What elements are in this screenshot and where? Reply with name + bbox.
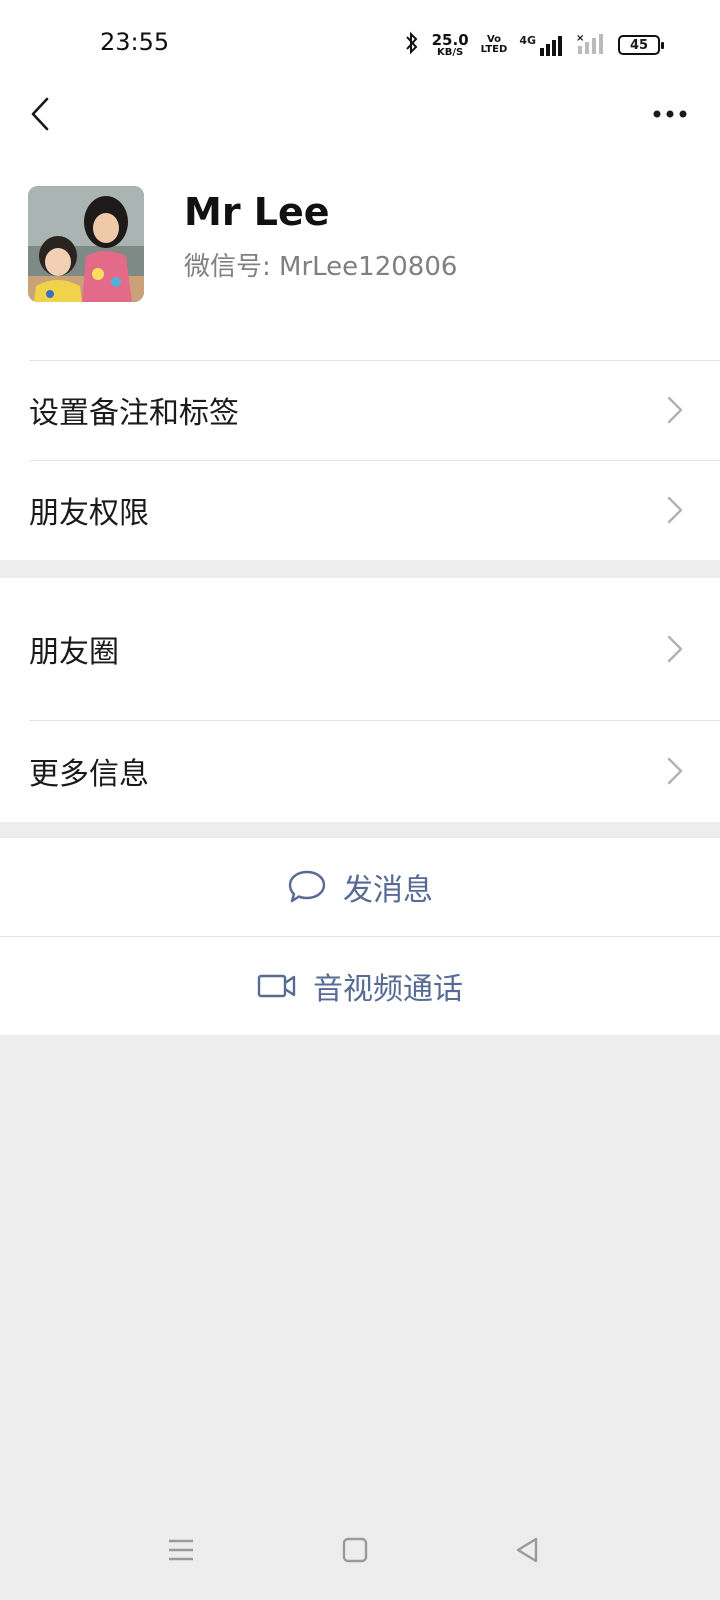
menu-button[interactable] <box>166 1530 196 1570</box>
row-label: 朋友权限 <box>29 496 149 531</box>
chevron-right-icon <box>667 635 683 663</box>
status-time: 23:55 <box>100 28 170 56</box>
status-icons: 25.0 KB/S Vo LTED 4G × 45 <box>404 30 664 60</box>
back-icon <box>31 97 49 131</box>
row-label: 更多信息 <box>29 757 149 792</box>
signal-icon: 4G <box>519 34 564 56</box>
volte-indicator: Vo LTED <box>480 34 508 56</box>
chevron-right-icon <box>667 396 683 424</box>
svg-text:×: × <box>576 33 584 44</box>
network-type: 4G <box>519 34 536 47</box>
avatar[interactable] <box>28 186 144 302</box>
back-nav-button[interactable] <box>510 1530 544 1570</box>
row-moments[interactable]: 朋友圈 <box>0 578 720 720</box>
home-button[interactable] <box>338 1530 372 1570</box>
home-icon <box>342 1537 368 1563</box>
row-set-remark-tags[interactable]: 设置备注和标签 <box>0 360 720 460</box>
battery-icon: 45 <box>618 35 664 55</box>
status-bar: 23:55 25.0 KB/S Vo LTED 4G × 45 <box>0 0 720 90</box>
row-label: 设置备注和标签 <box>29 396 239 431</box>
settings-section: 设置备注和标签 朋友权限 <box>0 360 720 560</box>
more-button[interactable] <box>640 92 700 136</box>
menu-icon <box>169 1539 193 1561</box>
row-label: 朋友圈 <box>29 635 119 670</box>
video-call-label: 音视频通话 <box>313 972 463 1007</box>
video-call-button[interactable]: 音视频通话 <box>0 937 720 1035</box>
back-triangle-icon <box>516 1537 538 1563</box>
chevron-right-icon <box>667 496 683 524</box>
wechat-id: 微信号: MrLee120806 <box>184 252 458 282</box>
chat-bubble-icon <box>288 870 326 903</box>
net-speed-value: 25.0 <box>431 30 469 49</box>
battery-level: 45 <box>629 37 649 53</box>
net-speed: 25.0 KB/S <box>431 30 469 58</box>
row-friend-permissions[interactable]: 朋友权限 <box>0 460 720 560</box>
chevron-right-icon <box>667 757 683 785</box>
back-button[interactable] <box>20 92 60 136</box>
net-speed-unit: KB/S <box>437 46 464 58</box>
profile-name: Mr Lee <box>184 190 330 234</box>
video-camera-icon <box>257 974 296 998</box>
bluetooth-icon <box>404 31 420 59</box>
send-message-button[interactable]: 发消息 <box>0 838 720 936</box>
send-message-label: 发消息 <box>343 873 433 908</box>
info-section: 朋友圈 更多信息 <box>0 578 720 822</box>
signal-empty-icon: × <box>576 32 606 58</box>
system-nav-bar <box>0 1500 720 1600</box>
row-more-info[interactable]: 更多信息 <box>0 720 720 822</box>
profile-header: Mr Lee 微信号: MrLee120806 <box>0 160 720 360</box>
more-icon <box>653 110 687 118</box>
volte-bottom: LTED <box>480 44 508 55</box>
